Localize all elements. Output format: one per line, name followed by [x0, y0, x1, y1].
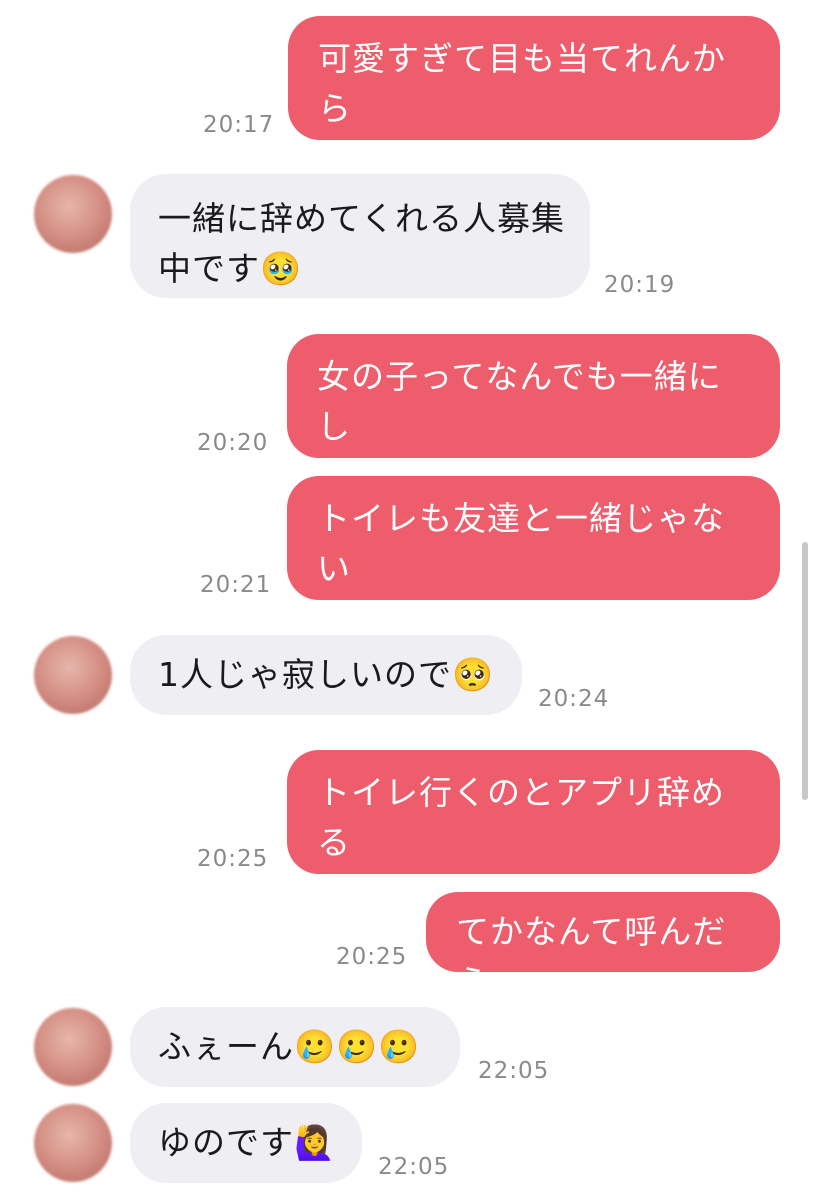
message-timestamp: 20:17 [203, 112, 275, 138]
scrollbar[interactable] [802, 542, 808, 800]
message-timestamp: 20:25 [336, 944, 408, 970]
message-timestamp: 22:05 [478, 1058, 550, 1084]
message-timestamp: 20:24 [538, 686, 610, 712]
message-timestamp: 20:20 [197, 430, 269, 456]
contact-avatar[interactable] [34, 1008, 112, 1086]
sent-message-bubble[interactable]: 可愛すぎて目も当てれんから アプリやめてほしい😢 [288, 16, 780, 178]
received-message-bubble[interactable]: ゆのです🙋‍♀️ [130, 1103, 362, 1183]
received-message-bubble[interactable]: 一緒に辞めてくれる人募集 中です🥹 [130, 174, 590, 298]
sent-message-bubble[interactable]: 女の子ってなんでも一緒にし たがるよな [287, 334, 780, 496]
received-message-bubble[interactable]: ふぇーん🥲🥲🥲 [130, 1007, 460, 1087]
message-timestamp: 20:25 [197, 846, 269, 872]
message-timestamp: 22:05 [378, 1154, 450, 1180]
sent-message-bubble[interactable]: てかなんて呼んだら [426, 892, 780, 1001]
sent-message-bubble[interactable]: トイレも友達と一緒じゃない と行かんし [287, 476, 780, 638]
chat-thread[interactable]: 可愛すぎて目も当てれんから アプリやめてほしい😢 20:17 一緒に辞めてくれる… [0, 0, 816, 1200]
sent-message-bubble[interactable]: トイレ行くのとアプリ辞める くらい1人でやって😢 [287, 750, 780, 912]
received-message-bubble[interactable]: 1人じゃ寂しいので🥺 [130, 635, 522, 715]
contact-avatar[interactable] [34, 1104, 112, 1182]
contact-avatar[interactable] [34, 636, 112, 714]
message-timestamp: 20:21 [200, 572, 272, 598]
message-timestamp: 20:19 [604, 272, 676, 298]
contact-avatar[interactable] [34, 175, 112, 253]
